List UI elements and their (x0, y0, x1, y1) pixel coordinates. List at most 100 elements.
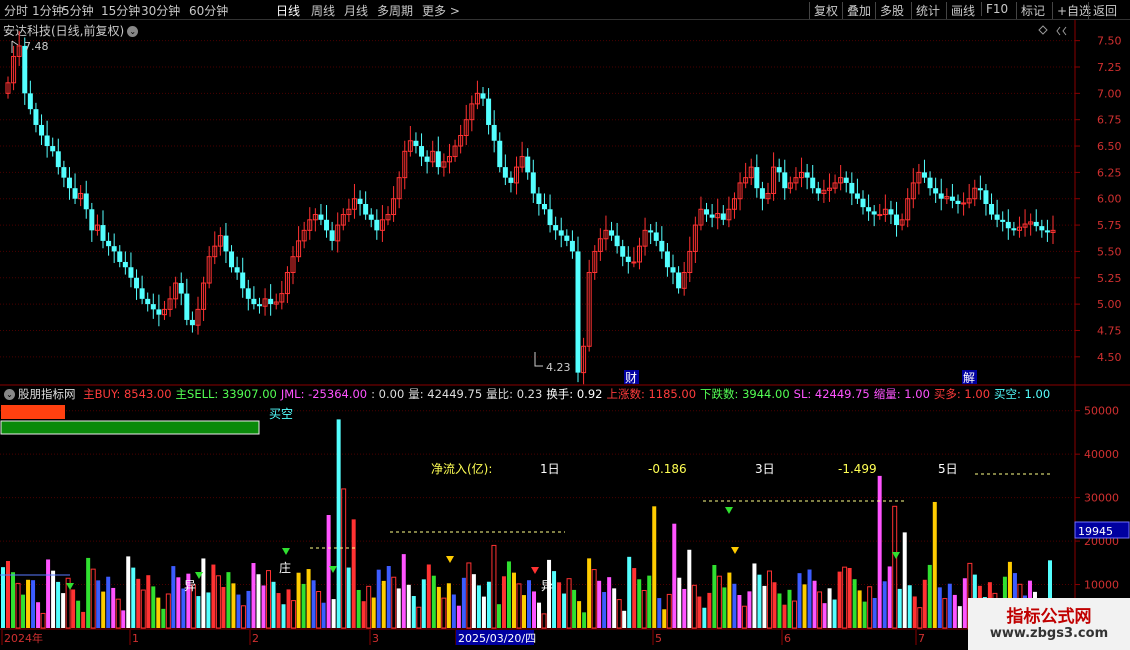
candle-body (592, 250, 598, 274)
indicator-value-7: 上涨数: 1185.00 (606, 387, 697, 401)
candle-body (955, 200, 961, 204)
toolbar-button-1[interactable]: 叠加 (842, 2, 871, 19)
toolbar-button-5[interactable]: F10 (981, 2, 1008, 16)
period-tab-4[interactable]: 30分钟 (141, 2, 180, 19)
candle-body (698, 208, 704, 226)
chart-canvas[interactable]: 7.50 7.25 7.00 6.75 6.50 6.25 6.00 5.75 5.50 5.25… (0, 0, 1130, 650)
volume-bar (691, 584, 697, 629)
volume-bar (797, 573, 802, 628)
volume-bar (240, 605, 246, 629)
volume-bar (261, 585, 266, 628)
volume-bars (1, 419, 1052, 629)
volume-bar (932, 501, 937, 628)
volume-bar (802, 584, 807, 628)
volume-bar (882, 581, 887, 628)
volume-bar (527, 580, 532, 628)
date-label-selected: 2025/03/20/四 (458, 632, 536, 645)
period-tab-7[interactable]: 周线 (311, 2, 335, 19)
volume-bar (541, 613, 547, 629)
volume-bar (537, 602, 542, 628)
stock-title: 安达科技(日线,前复权) (3, 24, 125, 38)
volume-bar (557, 582, 562, 628)
volume-bar (511, 572, 516, 628)
signal-arrow-icon (531, 567, 539, 574)
volume-bar (251, 563, 256, 628)
volume-bar (190, 584, 196, 629)
volume-bar (532, 591, 537, 628)
period-tab-0[interactable]: 分时 (4, 2, 28, 19)
candle-body (508, 177, 514, 183)
candle-body (167, 298, 173, 310)
toolbar-button-0[interactable]: 复权 (809, 2, 838, 19)
watermark-url: www.zbgs3.com (989, 626, 1109, 641)
candle-body (346, 208, 352, 216)
volume-bar (381, 580, 386, 628)
period-tab-1[interactable]: 1分钟 (32, 2, 64, 19)
volume-bar (887, 566, 892, 628)
toolbar-button-2[interactable]: 多股 (875, 2, 904, 19)
volume-bar (281, 604, 286, 628)
volume-bar (616, 599, 622, 629)
watermark-title: 指标公式网 (1006, 607, 1092, 627)
toolbar-button-8[interactable]: 返回 (1088, 2, 1117, 19)
candle-body (11, 55, 17, 84)
candle-body (458, 134, 464, 147)
volume-bar (847, 567, 852, 628)
candle-body (66, 177, 72, 189)
period-tab-5[interactable]: 60分钟 (189, 2, 228, 19)
volume-bar (115, 598, 121, 629)
candle-body (206, 256, 212, 284)
period-tab-8[interactable]: 月线 (344, 2, 368, 19)
volume-bar (126, 556, 131, 628)
toolbar-button-7[interactable]: +自选 (1052, 2, 1091, 19)
volume-bar (246, 590, 251, 628)
candle-body (815, 188, 821, 194)
event-label: 异 (184, 579, 196, 593)
volume-bar (521, 595, 526, 628)
candle-body (396, 177, 402, 200)
candle-body (787, 182, 793, 189)
volume-bar (471, 574, 476, 628)
candle-body (821, 189, 827, 194)
volume-bar (491, 544, 497, 629)
period-tab-9[interactable]: 多周期 (377, 2, 413, 19)
candle-body (1022, 223, 1028, 228)
chevron-down-icon[interactable]: ⌄ (4, 389, 15, 400)
candle-body (743, 177, 749, 184)
volume-bar (852, 579, 857, 628)
candle-body (519, 156, 525, 168)
period-tab-2[interactable]: 5分钟 (62, 2, 94, 19)
chevron-down-icon[interactable]: ⌄ (127, 26, 139, 37)
volume-bar (481, 596, 486, 628)
period-tab-3[interactable]: 15分钟 (101, 2, 140, 19)
candle-body (122, 261, 128, 268)
candle-body (1000, 219, 1006, 222)
toolbar-button-3[interactable]: 统计 (911, 2, 940, 19)
volume-bar (496, 604, 501, 628)
volume-bar (912, 596, 917, 628)
volume-bar (917, 607, 923, 629)
candle-body (793, 177, 799, 184)
candle-body (670, 267, 676, 273)
volume-tick-label: 40000 (1084, 448, 1119, 461)
candle-body (994, 214, 1000, 220)
candle-body (687, 250, 693, 274)
period-tab-10[interactable]: 更多 > (422, 2, 460, 19)
period-tab-6[interactable]: 日线 (276, 2, 300, 19)
candle-body (972, 187, 978, 200)
indicator-value-1: 主SELL: 33907.00 (175, 387, 277, 401)
indicator-value-2: JML: -25364.00 (280, 387, 368, 401)
volume-bar (436, 586, 441, 628)
candle-body (1039, 226, 1045, 231)
price-tick-label: 5.00 (1097, 298, 1122, 311)
candle-body (648, 230, 654, 233)
candle-body (324, 219, 330, 231)
high-pointer (11, 40, 19, 53)
toolbar-button-4[interactable]: 画线 (946, 2, 975, 19)
volume-bar (266, 570, 272, 629)
candle-body (262, 298, 268, 307)
candle-body (860, 198, 866, 208)
date-label: 2024年 (4, 631, 43, 645)
toolbar-button-6[interactable]: 标记 (1016, 2, 1045, 19)
volume-bar (837, 571, 842, 628)
